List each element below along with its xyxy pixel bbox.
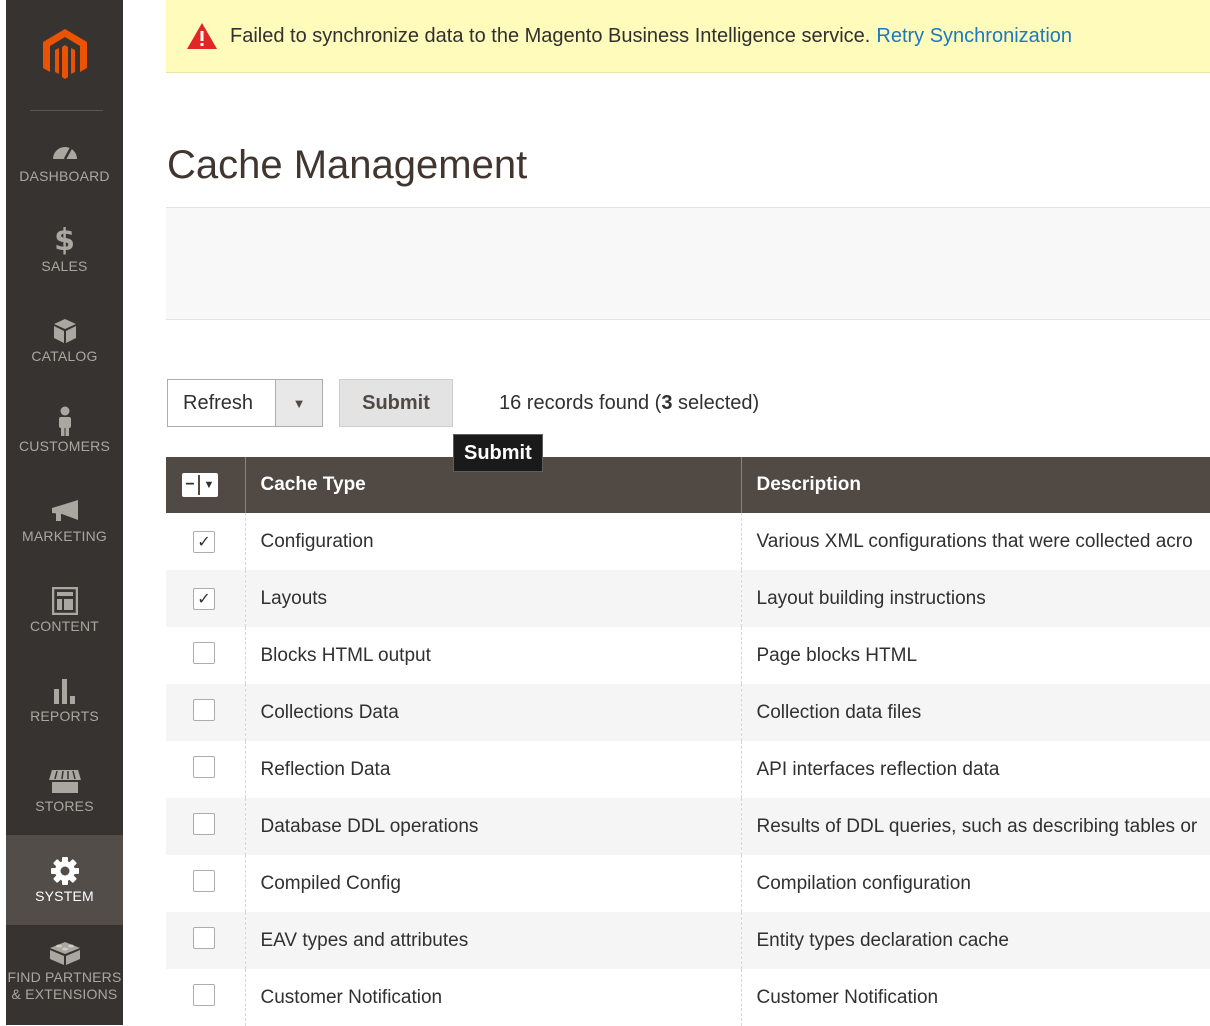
description-cell: Page blocks HTML (741, 627, 1210, 684)
row-select-cell: ✓ (166, 513, 246, 570)
chevron-down-icon[interactable]: ▼ (200, 475, 218, 495)
table-row: ✓ Configuration Various XML configurations… (166, 513, 1210, 570)
warning-icon (187, 23, 217, 49)
table-row: Customer Notification Customer Notificati… (166, 969, 1210, 1026)
box-icon (53, 318, 76, 343)
records-found: 16 records found (3 selected) (499, 391, 760, 414)
description-cell: Customer Notification (741, 969, 1210, 1026)
admin-sidebar: DASHBOARD $ SALES CATALOG CUSTOMERS MARK… (0, 0, 123, 1025)
main-content: Failed to synchronize data to the Magent… (166, 0, 1210, 1026)
sidebar-item-label: CUSTOMERS (19, 437, 110, 454)
sidebar-item-label: SALES (41, 257, 88, 274)
submit-button[interactable]: Submit (339, 379, 453, 427)
sidebar-item-catalog[interactable]: CATALOG (6, 295, 123, 385)
cache-type-cell: Layouts (245, 570, 742, 627)
row-checkbox[interactable] (193, 812, 215, 835)
description-cell: Layout building instructions (741, 570, 1210, 627)
row-select-cell: ✓ (166, 570, 246, 627)
table-row: Collections Data Collection data files (166, 684, 1210, 741)
sidebar-item-label-line2: & EXTENSIONS (11, 986, 118, 1002)
description-cell: Collection data files (741, 684, 1210, 741)
table-row: Reflection Data API interfaces reflection… (166, 741, 1210, 798)
dashboard-icon (52, 146, 77, 160)
cache-type-cell: Database DDL operations (245, 798, 742, 855)
sidebar-item-marketing[interactable]: MARKETING (6, 475, 123, 565)
selected-count: 3 (661, 391, 673, 414)
table-row: Compiled Config Compilation configuration (166, 855, 1210, 912)
row-checkbox[interactable] (193, 755, 215, 778)
cache-grid: − ▼ Cache Type Description ✓ Configuratio… (166, 457, 1210, 1026)
sidebar-item-label: MARKETING (21, 527, 108, 544)
row-checkbox[interactable] (193, 698, 215, 721)
row-checkbox[interactable] (193, 869, 215, 892)
cache-type-cell: EAV types and attributes (245, 912, 742, 969)
row-select-cell (166, 627, 246, 684)
cache-action-select[interactable]: Refresh ▼ (167, 379, 323, 427)
row-checkbox[interactable]: ✓ (193, 530, 215, 553)
sidebar-item-sales[interactable]: $ SALES (6, 205, 123, 295)
sidebar-item-content[interactable]: CONTENT (6, 565, 123, 655)
table-row: EAV types and attributes Entity types dec… (166, 912, 1210, 969)
sidebar-item-reports[interactable]: REPORTS (6, 655, 123, 745)
select-value: Refresh (183, 391, 254, 414)
row-select-cell (166, 798, 246, 855)
cache-type-cell: Customer Notification (245, 969, 742, 1026)
table-row: ✓ Layouts Layout building instructions (166, 570, 1210, 627)
minus-icon: − (182, 475, 200, 495)
sidebar-item-label: CONTENT (29, 617, 100, 634)
row-select-cell (166, 741, 246, 798)
person-icon (58, 406, 71, 436)
column-header-description[interactable]: Description (741, 457, 1210, 513)
sidebar-item-system[interactable]: SYSTEM (6, 835, 123, 925)
row-select-cell (166, 969, 246, 1026)
table-row: Blocks HTML output Page blocks HTML (166, 627, 1210, 684)
mass-actions-bar: Refresh ▼ Submit 16 records found (3 sel… (167, 379, 759, 427)
sidebar-item-stores[interactable]: STORES (6, 745, 123, 835)
cache-type-cell: Blocks HTML output (245, 627, 742, 684)
sidebar-item-dashboard[interactable]: DASHBOARD (6, 115, 123, 205)
row-select-cell (166, 912, 246, 969)
table-row: Database DDL operations Results of DDL qu… (166, 798, 1210, 855)
retry-synchronization-link[interactable]: Retry Synchronization (876, 25, 1072, 48)
sidebar-item-label: CATALOG (31, 347, 98, 364)
megaphone-icon (51, 499, 78, 521)
storefront-icon (48, 769, 81, 793)
sidebar-item-customers[interactable]: CUSTOMERS (6, 385, 123, 475)
sidebar-item-label: FIND PARTNERS (7, 969, 122, 985)
page-title: Cache Management (167, 142, 528, 187)
cache-type-cell: Collections Data (245, 684, 742, 741)
row-checkbox[interactable] (193, 983, 215, 1006)
alert-message: Failed to synchronize data to the Magent… (230, 24, 871, 47)
description-cell: Results of DDL queries, such as describi… (741, 798, 1210, 855)
row-checkbox[interactable] (193, 641, 215, 664)
row-select-cell (166, 855, 246, 912)
sidebar-item-label: DASHBOARD (19, 167, 110, 184)
chevron-down-icon[interactable]: ▼ (275, 380, 322, 426)
cache-type-cell: Reflection Data (245, 741, 742, 798)
magento-logo[interactable] (6, 0, 123, 110)
description-cell: Entity types declaration cache (741, 912, 1210, 969)
cache-type-cell: Compiled Config (245, 855, 742, 912)
row-checkbox[interactable] (193, 926, 215, 949)
submit-tooltip: Submit (453, 434, 543, 472)
description-cell: API interfaces reflection data (741, 741, 1210, 798)
mass-select-header: − ▼ (166, 457, 246, 513)
cache-type-cell: Configuration (245, 513, 742, 570)
layout-icon (51, 586, 78, 615)
sidebar-item-find-partners[interactable]: FIND PARTNERS & EXTENSIONS (6, 925, 123, 1015)
row-checkbox[interactable]: ✓ (193, 587, 215, 610)
sidebar-item-label: SYSTEM (35, 887, 94, 904)
gear-icon (50, 856, 79, 885)
description-cell: Compilation configuration (741, 855, 1210, 912)
sidebar-item-label: REPORTS (30, 707, 99, 724)
mass-select-control[interactable]: − ▼ (182, 473, 218, 497)
page-actions-bar (166, 207, 1210, 320)
bar-chart-icon (53, 678, 75, 704)
sync-error-alert: Failed to synchronize data to the Magent… (166, 0, 1210, 73)
dollar-icon: $ (54, 223, 75, 258)
description-cell: Various XML configurations that were col… (741, 513, 1210, 570)
sidebar-item-label: STORES (35, 797, 94, 814)
row-select-cell (166, 684, 246, 741)
lego-block-icon (49, 942, 80, 965)
